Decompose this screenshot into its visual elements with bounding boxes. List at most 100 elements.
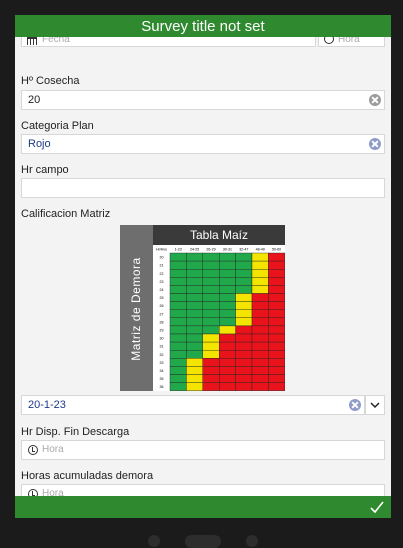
matrix-cell bbox=[235, 349, 253, 359]
clock-icon bbox=[28, 489, 38, 496]
matrix-cell bbox=[202, 317, 220, 327]
matrix-row-label: 32 bbox=[160, 353, 164, 357]
matrix-cell bbox=[235, 260, 253, 270]
hora-placeholder: Hora bbox=[338, 37, 360, 45]
clear-icon[interactable] bbox=[369, 94, 381, 106]
matrix-cell bbox=[251, 293, 269, 302]
matrix-cell bbox=[251, 341, 269, 351]
calendar-icon bbox=[27, 37, 37, 45]
matrix-side-panel: Matriz de Demora bbox=[120, 225, 153, 391]
form-content[interactable]: Fecha Hora Hº Cosecha 20 Categoria Plan … bbox=[15, 37, 391, 496]
matrix-cell bbox=[268, 293, 285, 302]
matrix-cell bbox=[235, 285, 253, 294]
calificacion-value: 20-1-23 bbox=[28, 399, 66, 411]
clear-icon[interactable] bbox=[349, 399, 361, 411]
recents-button[interactable] bbox=[246, 535, 258, 547]
matrix-cell bbox=[169, 293, 187, 302]
matrix-cell bbox=[268, 374, 285, 383]
matrix-cell bbox=[251, 333, 269, 343]
matrix-title: Tabla Maíz bbox=[153, 225, 285, 245]
matrix-cell bbox=[268, 285, 285, 294]
device-nav bbox=[0, 535, 403, 548]
matrix-cell bbox=[268, 333, 285, 343]
cosecha-input[interactable]: 20 bbox=[21, 90, 385, 110]
matrix-row-label: 34 bbox=[160, 369, 164, 373]
matrix-cell bbox=[268, 325, 285, 335]
matrix-cell bbox=[218, 301, 236, 310]
matrix-cell bbox=[268, 301, 285, 310]
matrix-cell bbox=[268, 260, 285, 270]
matrix-cell bbox=[202, 309, 220, 318]
matrix-cell bbox=[218, 333, 236, 343]
back-button[interactable] bbox=[148, 535, 160, 547]
dropdown-button[interactable] bbox=[365, 395, 385, 415]
fecha-input[interactable]: Fecha bbox=[21, 37, 316, 47]
matrix-col-label: 1-23 bbox=[175, 248, 182, 252]
horasacum-label: Horas acumuladas demora bbox=[21, 470, 154, 482]
matrix-cell bbox=[251, 252, 269, 262]
matrix-cell bbox=[218, 309, 236, 318]
matrix-cell bbox=[251, 349, 269, 359]
matrix-row-label: 22 bbox=[160, 272, 164, 276]
check-icon[interactable] bbox=[369, 499, 385, 515]
matrix-cell bbox=[202, 285, 220, 294]
hrdisp-input[interactable]: Hora bbox=[21, 440, 385, 460]
home-button[interactable] bbox=[185, 535, 221, 548]
fecha-placeholder: Fecha bbox=[42, 37, 70, 45]
matrix-cell bbox=[235, 269, 253, 278]
matrix-cell bbox=[169, 325, 187, 335]
matrix-cell bbox=[268, 366, 285, 375]
matrix-cell bbox=[235, 252, 253, 262]
hrdisp-label: Hr Disp. Fin Descarga bbox=[21, 426, 130, 438]
matrix-col-label: 50-60 bbox=[272, 248, 281, 252]
matrix-cell bbox=[186, 309, 204, 318]
matrix-cell bbox=[186, 293, 204, 302]
matrix-cell bbox=[218, 382, 236, 391]
matrix-cell bbox=[268, 358, 285, 367]
matrix-row-label: 23 bbox=[160, 280, 164, 284]
bottom-toolbar bbox=[15, 496, 391, 518]
matrix-row-label: 27 bbox=[160, 312, 164, 316]
matrix-cell bbox=[202, 382, 220, 391]
matrix-cell bbox=[169, 309, 187, 318]
matrix-cell bbox=[186, 325, 204, 335]
matrix-cell bbox=[169, 358, 187, 367]
matrix-cell bbox=[202, 349, 220, 359]
hrcampo-input[interactable] bbox=[21, 178, 385, 198]
matrix-cell bbox=[268, 309, 285, 318]
matrix-row-label: 30 bbox=[160, 337, 164, 341]
calificacion-input[interactable]: 20-1-23 bbox=[21, 395, 365, 415]
matrix-cell bbox=[186, 349, 204, 359]
matrix-row-label: 24 bbox=[160, 288, 164, 292]
matrix-cell bbox=[169, 277, 187, 286]
clock-icon bbox=[28, 445, 38, 455]
hora-input[interactable]: Hora bbox=[318, 37, 385, 47]
matrix-cell bbox=[235, 382, 253, 391]
matrix-row-label: 29 bbox=[160, 329, 164, 333]
matrix-cell bbox=[235, 341, 253, 351]
matrix-cell bbox=[235, 293, 253, 302]
matrix-cell bbox=[251, 366, 269, 375]
categoria-input[interactable]: Rojo bbox=[21, 134, 385, 154]
matrix-grid: Hr/Hvs 1-23 24-25 26-29 30-31 32-47 48-49 50-60… bbox=[156, 248, 285, 391]
matrix-cell bbox=[235, 358, 253, 367]
matrix-row-label: 20 bbox=[160, 256, 164, 260]
matrix-row-label: 33 bbox=[160, 361, 164, 365]
matrix-cell bbox=[186, 277, 204, 286]
matrix-cell bbox=[251, 269, 269, 278]
matrix-cell bbox=[251, 309, 269, 318]
matrix-side-label: Matriz de Demora bbox=[129, 257, 143, 361]
matrix-cell bbox=[202, 301, 220, 310]
matrix-cell bbox=[169, 252, 187, 262]
matrix-row-label: 25 bbox=[160, 296, 164, 300]
matrix-cell bbox=[268, 341, 285, 351]
matrix-cell bbox=[218, 285, 236, 294]
clock-icon bbox=[324, 37, 334, 44]
matrix-cell bbox=[169, 382, 187, 391]
clear-icon[interactable] bbox=[369, 138, 381, 150]
matrix-cell bbox=[235, 333, 253, 343]
matrix-cell bbox=[268, 269, 285, 278]
horasacum-input[interactable]: Hora bbox=[21, 484, 385, 496]
matrix-col-label: 32-47 bbox=[239, 248, 248, 252]
categoria-value: Rojo bbox=[28, 138, 51, 150]
